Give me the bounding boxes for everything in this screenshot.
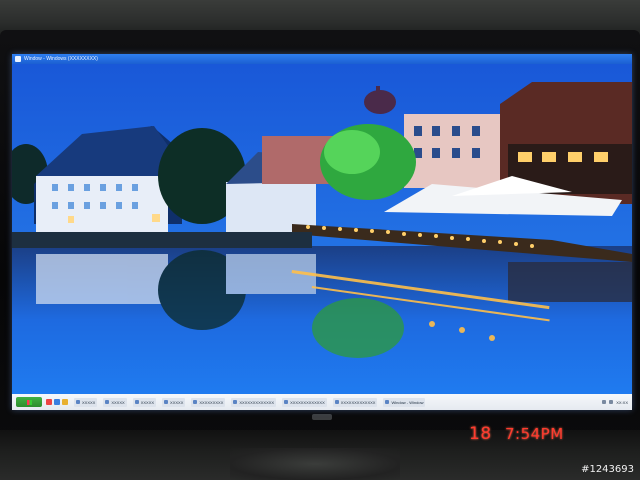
window-titlebar[interactable]: Window - Windows (XXXXXXXX) [12, 54, 632, 64]
taskbar-item-label: XXXXXXXXX [199, 399, 224, 405]
taskbar-clock[interactable]: XX:XX [616, 400, 628, 405]
app-icon [164, 400, 169, 404]
taskbar-item[interactable]: Window - Window [383, 397, 426, 407]
tray-icon[interactable] [602, 400, 607, 404]
taskbar-item-label: XXXXX [111, 399, 125, 405]
system-tray: XX:XX [602, 400, 628, 405]
taskbar-item-label: XXXXXXXXXXXXX [239, 399, 275, 405]
app-icon [15, 56, 21, 62]
monitor-stand [230, 448, 400, 480]
app-icon [233, 400, 238, 404]
monitor-brand-logo [312, 414, 332, 420]
wallpaper-photo [12, 64, 632, 394]
camera-time-stamp: 7:54PM [505, 425, 564, 443]
taskbar-item-label: XXXXXXXXXXXXX [290, 399, 325, 405]
quick-launch-icon[interactable] [54, 399, 60, 405]
taskbar-item[interactable]: XXXXX [103, 397, 127, 407]
taskbar-item[interactable]: XXXXXXXXXXXXX [231, 397, 277, 407]
monitor-screen: Window - Windows (XXXXXXXX) XXXXX XXXXX … [12, 54, 632, 410]
taskbar-item[interactable]: XXXXX [162, 397, 186, 407]
windows-logo-icon [26, 399, 32, 405]
taskbar-item-label: XXXXX [140, 399, 155, 405]
app-icon [284, 400, 289, 404]
taskbar-item[interactable]: XXXXXXXXX [191, 397, 226, 407]
quick-launch [46, 399, 68, 405]
app-icon [334, 400, 339, 404]
start-button[interactable] [16, 397, 42, 407]
app-icon [134, 400, 139, 404]
app-icon [193, 400, 198, 404]
app-icon [76, 400, 80, 404]
quick-launch-icon[interactable] [62, 399, 68, 405]
taskbar-item[interactable]: XXXXXXXXXXXXX [332, 397, 378, 407]
taskbar-item-label: XXXXX [82, 399, 96, 405]
taskbar-item[interactable]: XXXXX [74, 397, 98, 407]
window-title: Window - Windows (XXXXXXXX) [24, 56, 98, 62]
taskbar-item[interactable]: XXXXXXXXXXXXX [282, 397, 327, 407]
taskbar-item[interactable]: XXXXX [132, 397, 157, 407]
taskbar-item-label: XXXXXXXXXXXXX [340, 399, 376, 405]
image-id-watermark: #1243693 [581, 464, 634, 475]
app-icon [385, 400, 390, 404]
taskbar-item-label: Window - Window [391, 399, 424, 405]
tray-icon[interactable] [609, 400, 614, 404]
quick-launch-icon[interactable] [46, 399, 52, 405]
camera-date-stamp: 18 [469, 424, 492, 444]
app-icon [105, 400, 110, 404]
taskbar: XXXXX XXXXX XXXXX XXXXX XXXXXXXXX XXXXXX… [12, 394, 632, 410]
taskbar-item-label: XXXXX [170, 399, 184, 405]
